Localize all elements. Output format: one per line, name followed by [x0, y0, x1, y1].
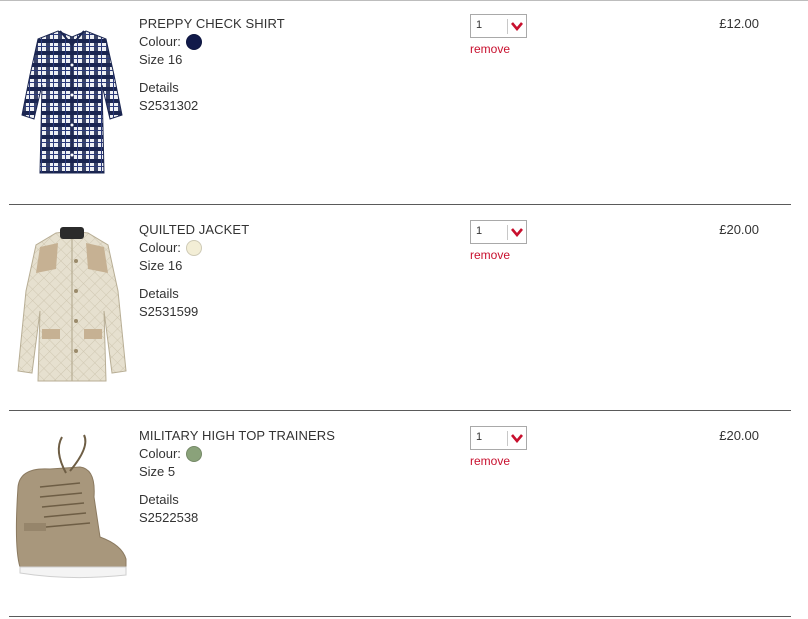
select-separator — [507, 431, 508, 446]
check-shirt-icon — [21, 30, 123, 174]
colour-swatch — [185, 446, 202, 462]
chevron-down-icon — [511, 434, 523, 443]
product-image-check-shirt[interactable] — [10, 15, 134, 187]
basket-item: QUILTED JACKET Colour: Size 16 Details S… — [0, 207, 808, 413]
quantity-control: 1 remove — [470, 220, 527, 262]
colour-row: Colour: — [139, 33, 285, 51]
item-price: £20.00 — [719, 428, 759, 443]
select-separator — [507, 225, 508, 240]
product-sku: S2531599 — [139, 304, 199, 319]
quilted-jacket-icon — [17, 227, 127, 382]
product-name[interactable]: QUILTED JACKET — [139, 221, 249, 239]
quantity-value: 1 — [476, 431, 483, 443]
quantity-control: 1 remove — [470, 426, 527, 468]
colour-swatch — [185, 240, 202, 256]
colour-swatch — [185, 34, 202, 50]
details-label: Details — [139, 286, 179, 301]
product-image-high-top-trainer[interactable] — [10, 427, 134, 599]
basket-item: PREPPY CHECK SHIRT Colour: Size 16 Detai… — [0, 1, 808, 207]
product-name[interactable]: PREPPY CHECK SHIRT — [139, 15, 285, 33]
quantity-value: 1 — [476, 225, 483, 237]
item-divider — [9, 204, 791, 205]
select-separator — [507, 19, 508, 34]
remove-link[interactable]: remove — [470, 248, 527, 262]
details-label: Details — [139, 80, 179, 95]
chevron-down-icon — [511, 228, 523, 237]
quantity-control: 1 remove — [470, 14, 527, 56]
colour-row: Colour: — [139, 239, 249, 257]
basket-list: PREPPY CHECK SHIRT Colour: Size 16 Detai… — [0, 1, 808, 619]
colour-label: Colour: — [139, 240, 181, 255]
item-price: £20.00 — [719, 222, 759, 237]
details-label: Details — [139, 492, 179, 507]
chevron-down-icon — [511, 22, 523, 31]
quantity-select[interactable]: 1 — [470, 220, 527, 244]
remove-link[interactable]: remove — [470, 42, 527, 56]
size-text: Size 16 — [139, 258, 183, 273]
quantity-select[interactable]: 1 — [470, 426, 527, 450]
product-info: MILITARY HIGH TOP TRAINERS Colour: Size … — [139, 427, 335, 527]
product-info: PREPPY CHECK SHIRT Colour: Size 16 Detai… — [139, 15, 285, 115]
quantity-select[interactable]: 1 — [470, 14, 527, 38]
high-top-trainer-icon — [15, 434, 127, 579]
colour-label: Colour: — [139, 446, 181, 461]
product-image-quilted-jacket[interactable] — [10, 221, 134, 393]
basket-item: MILITARY HIGH TOP TRAINERS Colour: Size … — [0, 413, 808, 619]
colour-row: Colour: — [139, 445, 335, 463]
product-info: QUILTED JACKET Colour: Size 16 Details S… — [139, 221, 249, 321]
quantity-value: 1 — [476, 19, 483, 31]
item-divider — [9, 616, 791, 617]
remove-link[interactable]: remove — [470, 454, 527, 468]
product-sku: S2531302 — [139, 98, 199, 113]
size-text: Size 16 — [139, 52, 183, 67]
size-text: Size 5 — [139, 464, 176, 479]
item-price: £12.00 — [719, 16, 759, 31]
product-sku: S2522538 — [139, 510, 199, 525]
item-divider — [9, 410, 791, 411]
product-name[interactable]: MILITARY HIGH TOP TRAINERS — [139, 427, 335, 445]
colour-label: Colour: — [139, 34, 181, 49]
